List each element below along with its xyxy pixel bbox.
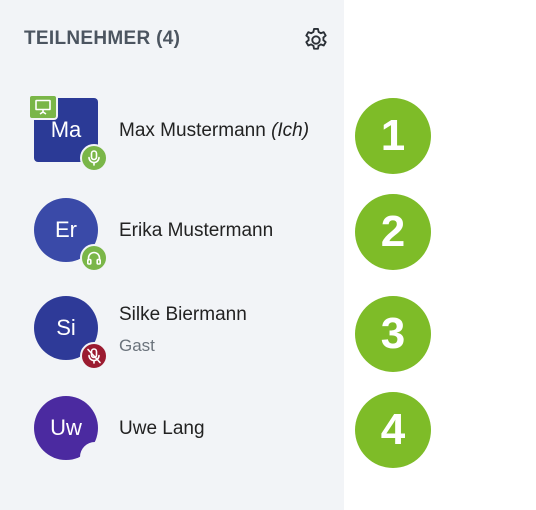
- headset-icon: [80, 244, 108, 272]
- step-marker: 2: [355, 194, 431, 270]
- participant-name: Uwe Lang: [119, 418, 205, 439]
- participant-row[interactable]: Ma Max Mustermann (Ich): [0, 92, 344, 182]
- participant-row[interactable]: Si Silke Biermann Gast: [0, 290, 344, 380]
- participant-row[interactable]: Er Erika Mustermann: [0, 192, 344, 282]
- participant-name: Erika Mustermann: [119, 220, 274, 241]
- microphone-icon: [80, 144, 108, 172]
- panel-title: TEILNEHMER (4): [24, 28, 181, 49]
- microphone-muted-icon: [80, 342, 108, 370]
- participants-panel: TEILNEHMER (4) Ma Max Mustermann (Ich) E…: [0, 0, 344, 510]
- presentation-icon: [28, 94, 58, 120]
- participant-name: Max Mustermann (Ich): [119, 120, 310, 141]
- participant-role: Gast: [119, 336, 155, 355]
- step-marker: 3: [355, 296, 431, 372]
- step-marker: 4: [355, 392, 431, 468]
- status-badge: [80, 442, 110, 472]
- gear-icon[interactable]: [302, 26, 330, 54]
- participant-name: Silke Biermann: [119, 304, 247, 325]
- participant-row[interactable]: Uw Uwe Lang: [0, 390, 344, 480]
- self-indicator: (Ich): [271, 120, 310, 141]
- step-marker: 1: [355, 98, 431, 174]
